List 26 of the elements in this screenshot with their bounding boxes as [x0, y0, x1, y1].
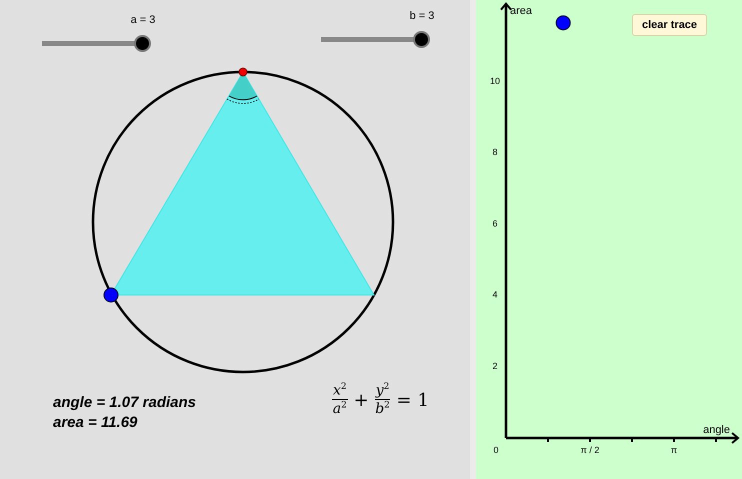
tick-label: 2 — [492, 360, 498, 371]
slider-thumb[interactable] — [413, 31, 430, 48]
plus-sign: + — [354, 390, 369, 411]
axis-label: angle — [703, 424, 730, 436]
equation-constant: 1 — [417, 390, 429, 411]
readout-text: area = 11.69 — [53, 414, 138, 431]
clear-trace-button[interactable]: clear trace — [632, 14, 708, 36]
readout-text: angle = 1.07 radians — [53, 394, 196, 411]
moving-point[interactable] — [104, 288, 118, 302]
tick-label: 0 — [494, 445, 498, 455]
tick-label: 8 — [492, 147, 498, 158]
equals-sign: = — [396, 390, 412, 411]
tick-label: 4 — [492, 290, 498, 300]
tick-label: 10 — [490, 76, 500, 86]
slider-label: b = 3 — [410, 10, 434, 22]
numerator: x$^{2}$ — [332, 382, 348, 400]
vertex-point[interactable] — [238, 68, 248, 76]
axis-label: area — [510, 5, 532, 17]
tick-label: 6 — [492, 218, 498, 228]
tick-label: π — [670, 445, 678, 455]
numerator: y$^{2}$ — [374, 382, 390, 400]
slider-thumb[interactable] — [134, 35, 151, 52]
denominator: a$^{2}$ — [332, 400, 347, 419]
slider-label: a = 3 — [130, 14, 156, 26]
denominator: b$^{2}$ — [375, 400, 390, 419]
tick-label: π / 2 — [580, 445, 600, 455]
